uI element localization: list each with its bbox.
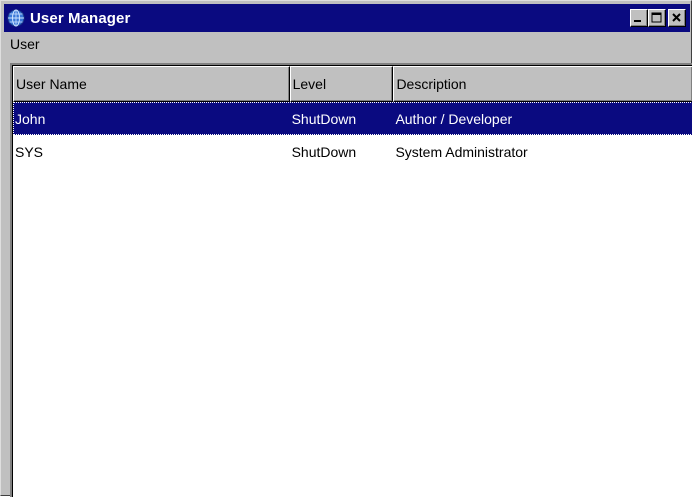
table-row[interactable]: SYS ShutDown System Administrator (13, 135, 692, 168)
menu-bar: User (4, 33, 690, 55)
user-manager-window: User Manager User User Name Level Descri… (0, 0, 692, 497)
column-header-level[interactable]: Level (289, 66, 394, 102)
maximize-button[interactable] (648, 9, 666, 27)
minimize-button[interactable] (630, 9, 648, 27)
column-header-user-name[interactable]: User Name (13, 66, 290, 102)
minimize-icon (634, 20, 641, 22)
title-bar[interactable]: User Manager (4, 4, 690, 32)
menu-user-label: User (10, 36, 40, 52)
table-row[interactable]: John ShutDown Author / Developer (13, 102, 692, 135)
cell-description: Author / Developer (395, 110, 513, 127)
cell-user-name: John (15, 110, 46, 127)
cell-user-name: SYS (15, 143, 44, 160)
globe-icon[interactable] (6, 8, 26, 28)
column-header-description[interactable]: Description (393, 66, 692, 102)
window-title: User Manager (30, 9, 131, 27)
window-controls (630, 9, 686, 27)
maximize-icon (651, 12, 662, 23)
column-header-row: User Name Level Description (13, 66, 692, 102)
cell-level: ShutDown (291, 110, 357, 127)
close-button[interactable] (668, 9, 686, 27)
cell-description: System Administrator (395, 143, 528, 160)
user-list-inner: User Name Level Description John ShutDow… (12, 65, 692, 497)
table-rows: John ShutDown Author / Developer SYS Shu… (13, 102, 692, 168)
cell-level: ShutDown (291, 143, 357, 160)
close-icon (672, 13, 681, 22)
menu-user[interactable]: User (4, 36, 46, 52)
user-list[interactable]: User Name Level Description John ShutDow… (10, 63, 692, 497)
